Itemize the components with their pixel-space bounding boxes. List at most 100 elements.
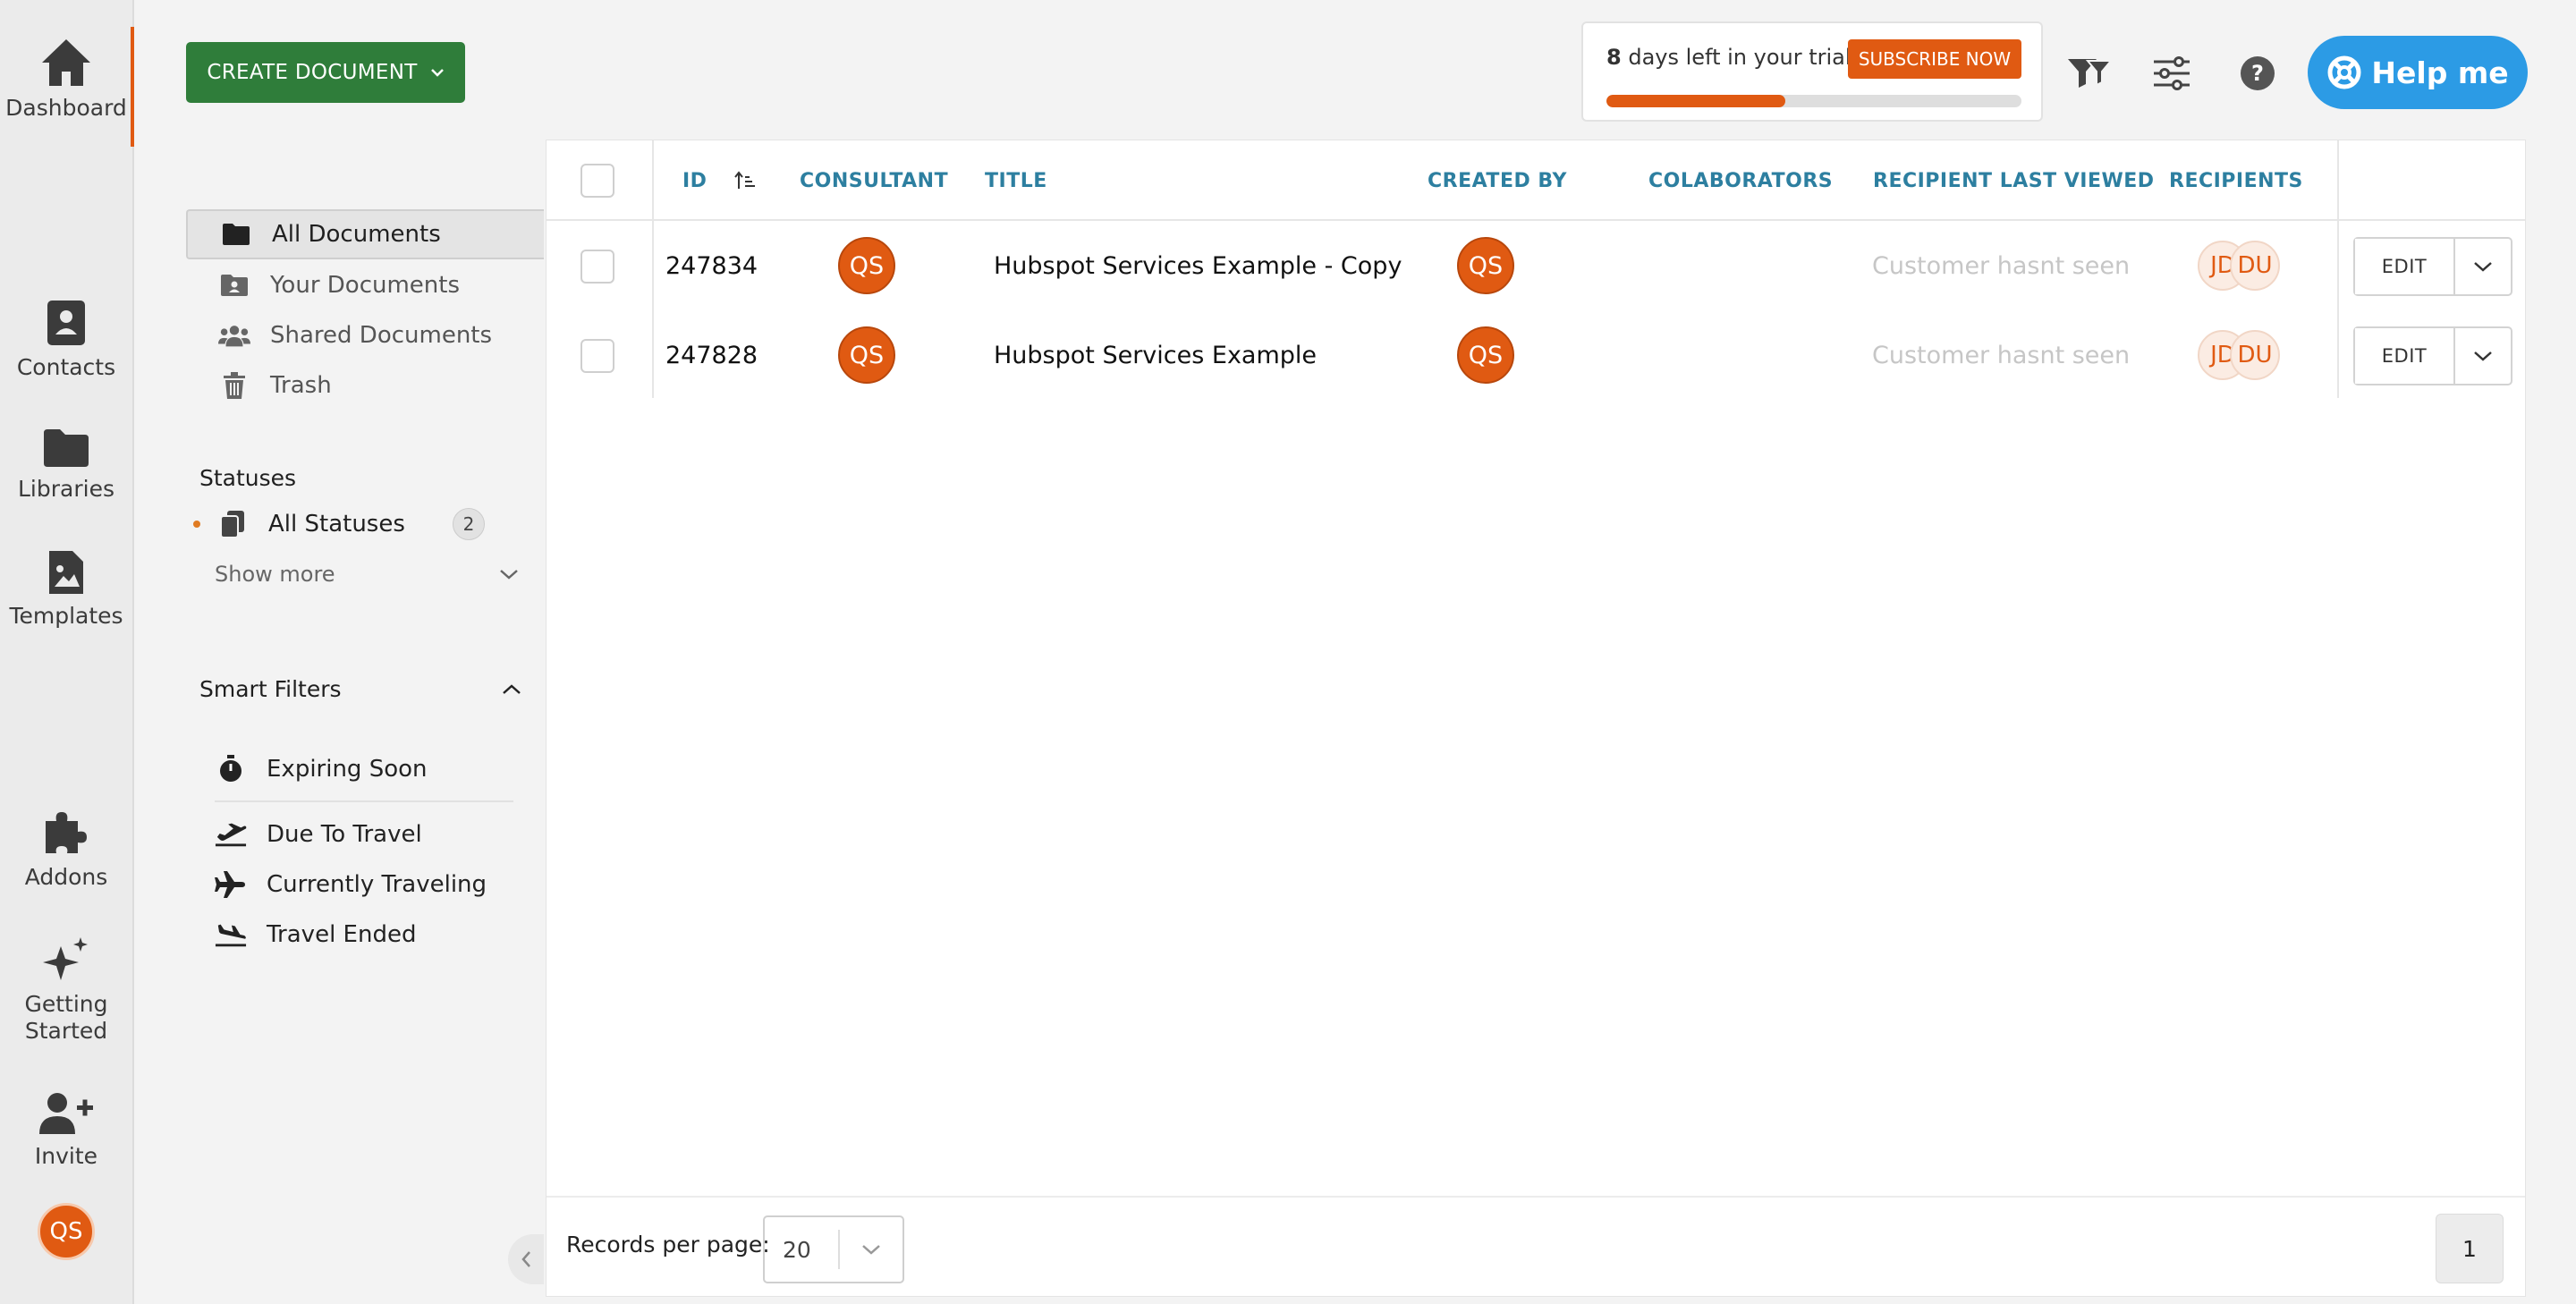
nav-label: Trash: [270, 372, 332, 399]
recipient-avatar: DU: [2230, 241, 2280, 291]
consultant-avatar: QS: [838, 326, 895, 384]
row-id: 247828: [665, 341, 758, 369]
sort-icon: [734, 171, 756, 189]
smart-filters-heading: Smart Filters: [199, 676, 342, 702]
nav-your-documents[interactable]: Your Documents: [186, 260, 544, 310]
plane-icon: [215, 870, 247, 899]
table-header: ID CONSULTANT TITLE CREATED BY COLABORAT…: [547, 140, 2525, 221]
sparkle-icon: [43, 937, 88, 980]
rail-label: Invite: [34, 1143, 98, 1169]
sliders-icon: [2154, 56, 2190, 90]
edit-button-group: EDIT: [2353, 326, 2512, 385]
column-collaborators[interactable]: COLABORATORS: [1648, 140, 1833, 221]
active-dot: [193, 521, 200, 528]
row-title[interactable]: Hubspot Services Example - Copy: [994, 221, 1402, 310]
rail-item-libraries[interactable]: Libraries: [0, 428, 132, 503]
stopwatch-icon: [215, 755, 247, 783]
row-checkbox[interactable]: [580, 250, 614, 284]
user-avatar[interactable]: QS: [38, 1203, 95, 1260]
column-recipient-last-viewed[interactable]: RECIPIENT LAST VIEWED: [1873, 140, 2155, 221]
show-more-toggle[interactable]: Show more: [215, 556, 519, 592]
chevron-up-icon: [503, 683, 521, 694]
trash-icon: [218, 372, 250, 399]
question-circle-icon: ?: [2241, 56, 2275, 90]
row-last-viewed: Customer hasnt seen: [1872, 251, 2131, 280]
filter-travel-ended[interactable]: Travel Ended: [215, 912, 519, 957]
records-per-page-label: Records per page:: [566, 1232, 770, 1257]
edit-options-toggle[interactable]: [2455, 328, 2511, 384]
rail-item-templates[interactable]: Templates: [0, 549, 132, 630]
rail-item-getting-started[interactable]: Getting Started: [0, 936, 132, 1045]
sidebar-collapse-handle[interactable]: [508, 1234, 544, 1284]
rail-item-invite[interactable]: Invite: [0, 1091, 132, 1170]
column-created-by[interactable]: CREATED BY: [1428, 140, 1567, 221]
rail-label: Getting Started: [24, 991, 108, 1044]
trial-progress-bar: [1606, 95, 2021, 107]
trial-message: days left in your trial: [1628, 45, 1852, 70]
status-all[interactable]: All Statuses 2: [190, 501, 485, 547]
rail-item-contacts[interactable]: Contacts: [0, 299, 132, 381]
edit-button[interactable]: EDIT: [2355, 328, 2455, 384]
trial-text: 8 days left in your trial: [1606, 45, 1852, 70]
help-question-button[interactable]: ?: [2234, 50, 2281, 97]
status-count-badge: 2: [453, 508, 485, 540]
chevron-left-icon: [521, 1251, 530, 1267]
rail-label: Addons: [24, 864, 108, 890]
settings-sliders-button[interactable]: [2148, 50, 2195, 97]
nav-label: Shared Documents: [270, 322, 493, 349]
row-checkbox[interactable]: [580, 339, 614, 373]
smart-filters-header[interactable]: Smart Filters: [199, 676, 521, 702]
filter-expiring-soon[interactable]: Expiring Soon: [215, 747, 519, 792]
puzzle-icon: [46, 812, 87, 853]
filter-due-to-travel[interactable]: Due To Travel: [215, 812, 519, 857]
row-title[interactable]: Hubspot Services Example: [994, 310, 1317, 400]
filter-icon: [2068, 59, 2113, 88]
users-icon: [218, 323, 250, 348]
consultant-avatar: QS: [838, 237, 895, 294]
column-id[interactable]: ID: [682, 140, 757, 221]
create-document-button[interactable]: CREATE DOCUMENT: [186, 42, 465, 103]
records-per-page-select[interactable]: 20: [763, 1215, 904, 1283]
edit-button[interactable]: EDIT: [2355, 239, 2455, 294]
column-title[interactable]: TITLE: [985, 140, 1047, 221]
subscribe-now-button[interactable]: SUBSCRIBE NOW: [1848, 39, 2021, 79]
status-label: All Statuses: [268, 511, 405, 538]
copy-icon: [216, 510, 249, 538]
rail-label: Contacts: [16, 354, 116, 380]
chevron-down-icon: [430, 69, 444, 77]
filter-button[interactable]: [2066, 50, 2113, 97]
trial-banner: 8 days left in your trial SUBSCRIBE NOW: [1581, 21, 2043, 122]
trial-days: 8: [1606, 45, 1622, 70]
created-by-avatar: QS: [1457, 326, 1514, 384]
filter-currently-traveling[interactable]: Currently Traveling: [215, 862, 519, 907]
lifebuoy-icon: [2327, 55, 2361, 89]
table-row[interactable]: 247828 QS Hubspot Services Example QS Cu…: [547, 310, 2525, 400]
table-row[interactable]: 247834 QS Hubspot Services Example - Cop…: [547, 221, 2525, 310]
rail-item-dashboard[interactable]: Dashboard: [0, 38, 132, 122]
column-recipients[interactable]: RECIPIENTS: [2169, 140, 2303, 221]
column-consultant[interactable]: CONSULTANT: [800, 140, 948, 221]
nav-all-documents[interactable]: All Documents: [186, 209, 544, 259]
nav-label: All Documents: [272, 221, 441, 248]
home-icon: [42, 39, 90, 86]
contacts-icon: [47, 301, 85, 345]
column-label: ID: [682, 169, 708, 192]
row-last-viewed: Customer hasnt seen: [1872, 341, 2131, 369]
user-plus-icon: [39, 1093, 93, 1134]
chevron-down-icon: [862, 1245, 880, 1255]
user-folder-icon: [218, 274, 250, 297]
nav-trash[interactable]: Trash: [186, 360, 544, 411]
filter-label: Expiring Soon: [267, 756, 428, 783]
rail-item-addons[interactable]: Addons: [0, 809, 132, 891]
pagination-page-button[interactable]: 1: [2436, 1214, 2504, 1283]
chevron-down-icon: [2474, 351, 2492, 361]
select-all-checkbox[interactable]: [580, 164, 614, 198]
rail-label: Libraries: [18, 476, 114, 502]
nav-shared-documents[interactable]: Shared Documents: [186, 310, 544, 360]
created-by-avatar: QS: [1457, 237, 1514, 294]
table-footer: Records per page: 20 1: [547, 1196, 2525, 1296]
help-me-button[interactable]: Help me: [2308, 36, 2528, 109]
edit-options-toggle[interactable]: [2455, 239, 2511, 294]
plane-departure-icon: [215, 821, 247, 848]
filter-label: Travel Ended: [267, 921, 417, 948]
